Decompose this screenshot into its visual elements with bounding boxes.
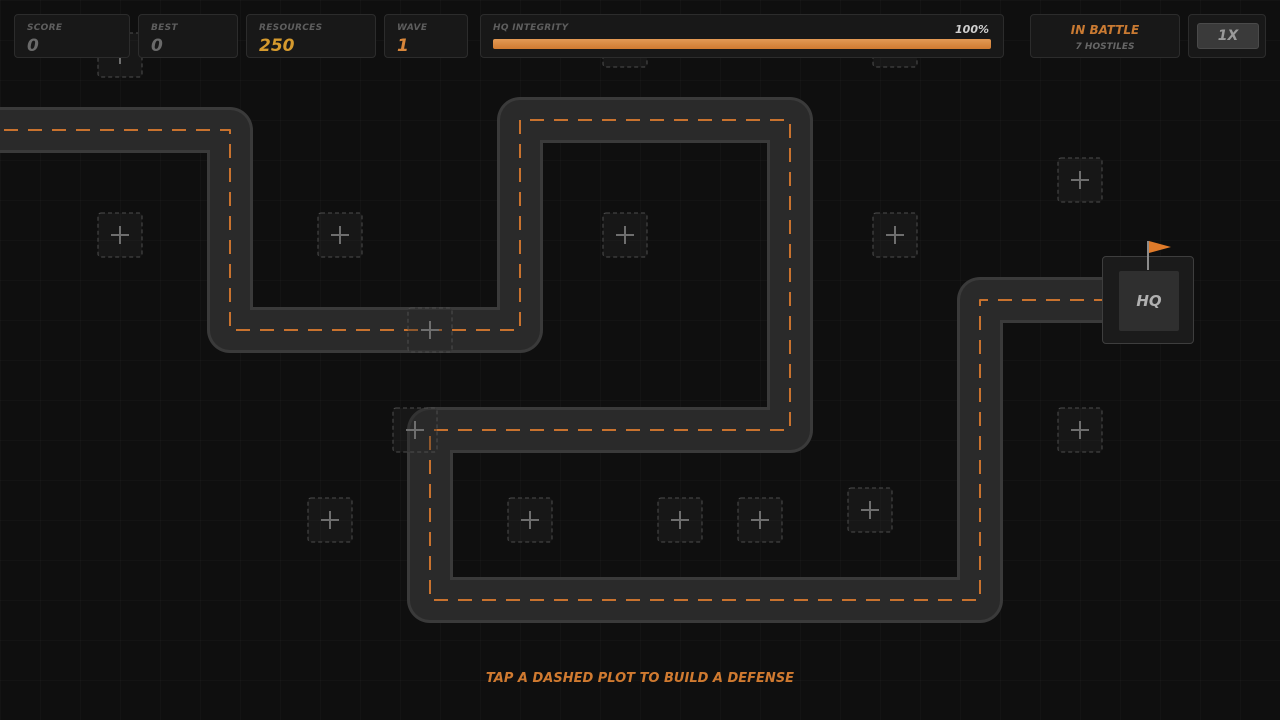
road-center-line — [0, 119, 1105, 601]
speed-panel: 1X — [1188, 14, 1266, 58]
build-plot[interactable] — [602, 212, 648, 258]
best-label: BEST — [151, 23, 178, 33]
hq-integrity-percent: 100% — [955, 23, 989, 36]
build-plot[interactable] — [737, 497, 783, 543]
build-plot[interactable] — [507, 497, 553, 543]
hq-integrity-bar — [493, 39, 991, 49]
best-value: 0 — [151, 36, 163, 56]
road-surface — [0, 100, 1105, 620]
score-label: SCORE — [27, 23, 63, 33]
build-plot[interactable] — [872, 212, 918, 258]
build-plot[interactable] — [657, 497, 703, 543]
hq-label: HQ — [1119, 271, 1179, 331]
hq-integrity-panel: HQ INTEGRITY 100% — [480, 14, 1004, 58]
build-plot[interactable] — [392, 407, 438, 453]
game-stage: HQ SCORE 0 BEST 0 RESOURCES 250 WAVE 1 H… — [0, 0, 1280, 720]
enemy-path — [0, 97, 1105, 623]
hq-flag-icon — [1149, 241, 1171, 253]
score-value: 0 — [27, 36, 39, 56]
build-plot[interactable] — [97, 212, 143, 258]
resources-label: RESOURCES — [259, 23, 323, 33]
wave-value: 1 — [397, 36, 409, 56]
battle-map — [0, 22, 1105, 623]
wave-label: WAVE — [397, 23, 428, 33]
build-plot[interactable] — [307, 497, 353, 543]
road-edge — [0, 97, 1105, 623]
hostiles-count: 7 HOSTILES — [1075, 42, 1135, 52]
speed-toggle-button[interactable]: 1X — [1197, 23, 1259, 49]
build-plot[interactable] — [1057, 157, 1103, 203]
hq-integrity-fill — [493, 39, 991, 49]
build-hint: TAP A DASHED PLOT TO BUILD A DEFENSE — [485, 671, 795, 686]
build-plot[interactable] — [1057, 407, 1103, 453]
resources-panel: RESOURCES 250 — [246, 14, 376, 58]
best-panel: BEST 0 — [138, 14, 238, 58]
wave-panel: WAVE 1 — [384, 14, 468, 58]
build-plot[interactable] — [407, 307, 453, 353]
score-panel: SCORE 0 — [14, 14, 130, 58]
hq-integrity-label: HQ INTEGRITY — [493, 23, 569, 33]
battle-status-panel: IN BATTLE 7 HOSTILES — [1030, 14, 1180, 58]
resources-value: 250 — [259, 36, 295, 56]
battle-status-title: IN BATTLE — [1070, 23, 1140, 37]
build-plot[interactable] — [317, 212, 363, 258]
build-plot[interactable] — [847, 487, 893, 533]
